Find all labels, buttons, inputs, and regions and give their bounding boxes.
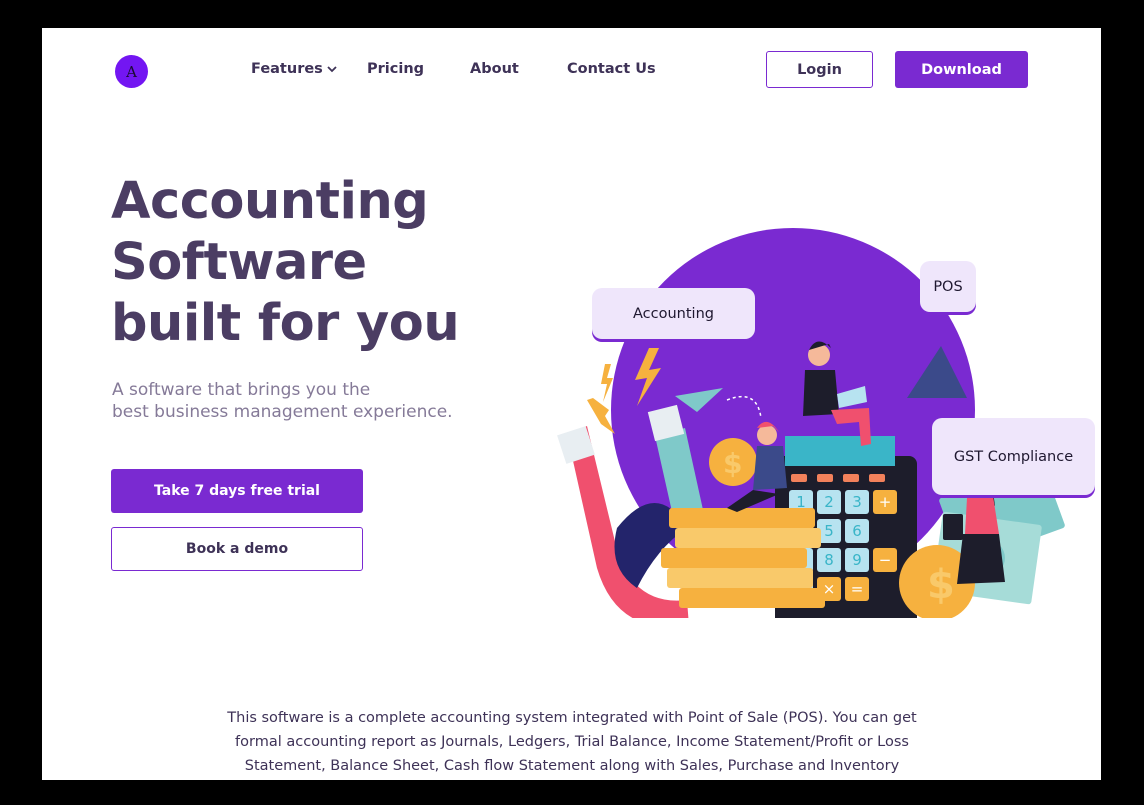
- description-line: Statement, Balance Sheet, Cash flow Stat…: [244, 758, 900, 774]
- svg-text:$: $: [927, 562, 955, 608]
- lightning-icon: [587, 398, 615, 434]
- hero-subtitle: A software that brings you the best busi…: [112, 379, 532, 423]
- chevron-down-icon: [327, 61, 337, 77]
- gst-compliance-tag: GST Compliance: [932, 418, 1095, 495]
- pos-tag: POS: [920, 261, 976, 312]
- calculator-key-label: +: [879, 493, 892, 511]
- hero-title-line: Accounting: [111, 172, 429, 231]
- calculator-key-label: 8: [824, 551, 834, 569]
- calculator-key-label: −: [879, 551, 892, 569]
- accounting-tag: Accounting: [592, 288, 755, 339]
- description-line: This software is a complete accounting s…: [227, 710, 917, 726]
- landing-page: A Features Pricing About Contact Us Logi…: [42, 28, 1101, 780]
- calculator-key-label: 3: [852, 493, 862, 511]
- hero-subtitle-line: best business management experience.: [112, 402, 453, 422]
- nav-pricing[interactable]: Pricing: [367, 61, 424, 77]
- nav-about[interactable]: About: [470, 61, 519, 77]
- hero-title: Accounting Software built for you: [111, 171, 541, 354]
- nav-contact-us[interactable]: Contact Us: [567, 61, 656, 77]
- brand-logo[interactable]: A: [115, 55, 148, 88]
- calculator-key-label: 6: [852, 522, 862, 540]
- hero-title-line: built for you: [111, 294, 460, 353]
- description-line: formal accounting report as Journals, Le…: [235, 734, 909, 750]
- hero-subtitle-line: A software that brings you the: [112, 380, 371, 400]
- lightning-icon: [601, 364, 613, 402]
- calculator-key-label: 9: [852, 551, 862, 569]
- download-button[interactable]: Download: [895, 51, 1028, 88]
- hero-illustration: 123+456789−0×= $ $: [547, 228, 1095, 638]
- coin-stack: [661, 508, 825, 608]
- svg-text:$: $: [723, 447, 742, 480]
- nav-features[interactable]: Features: [251, 61, 337, 77]
- login-button[interactable]: Login: [766, 51, 873, 88]
- hero-title-line: Software: [111, 233, 367, 292]
- book-demo-button[interactable]: Book a demo: [111, 527, 363, 571]
- calculator-key-label: 2: [824, 493, 834, 511]
- calculator-key-label: 5: [824, 522, 834, 540]
- free-trial-button[interactable]: Take 7 days free trial: [111, 469, 363, 513]
- calculator-key-label: =: [851, 580, 864, 598]
- nav-features-label: Features: [251, 61, 323, 77]
- product-description: This software is a complete accounting s…: [202, 706, 942, 778]
